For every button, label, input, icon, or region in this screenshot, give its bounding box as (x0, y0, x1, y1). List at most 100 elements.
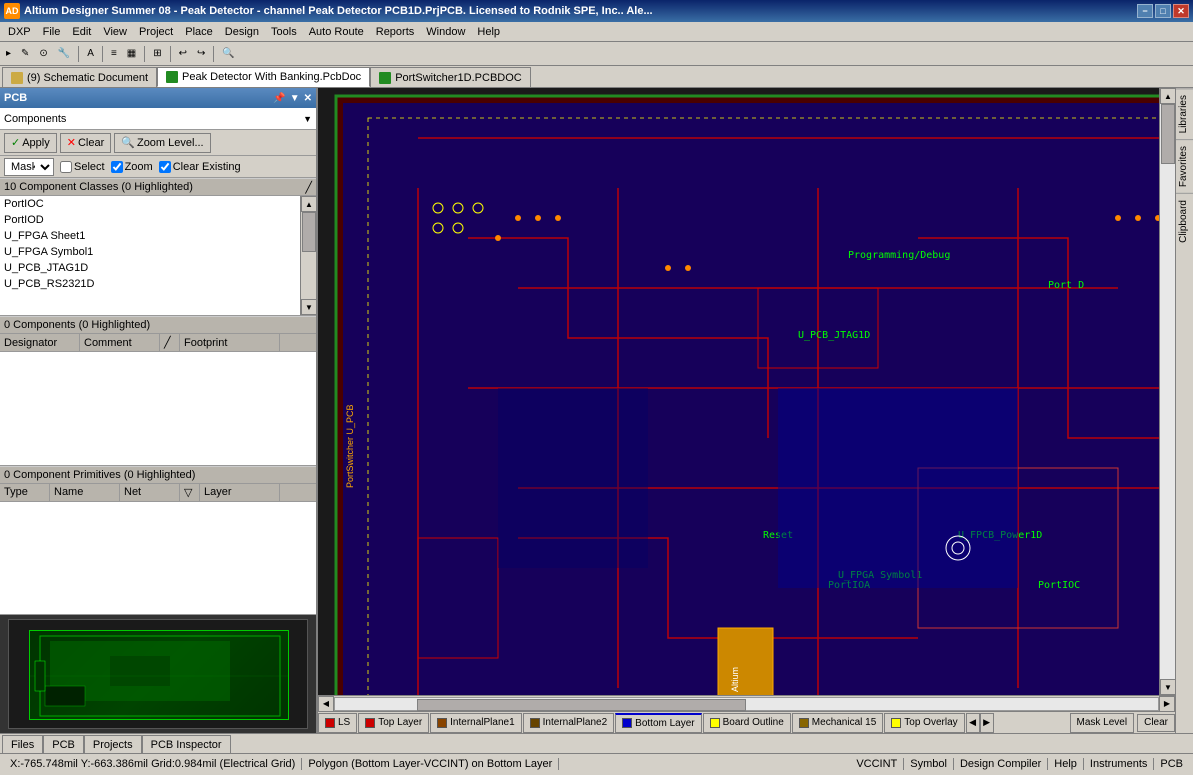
bottom-tab-pcb[interactable]: PCB (43, 735, 84, 753)
menu-project[interactable]: Project (133, 24, 179, 40)
list-item[interactable]: U_PCB_JTAG1D (0, 260, 316, 276)
maximize-button[interactable]: □ (1155, 4, 1171, 18)
select-checkbox[interactable] (60, 161, 72, 173)
menu-tools[interactable]: Tools (265, 24, 303, 40)
menu-view[interactable]: View (97, 24, 133, 40)
hscroll-left-btn[interactable]: ◀ (318, 696, 334, 712)
col-sort[interactable]: ╱ (160, 334, 180, 351)
menu-window[interactable]: Window (420, 24, 471, 40)
zoom-checkbox[interactable] (111, 161, 123, 173)
component-classes-label: 10 Component Classes (0 Highlighted) (4, 181, 193, 193)
list-item[interactable]: PortIOC (0, 196, 316, 212)
components-dropdown[interactable]: Components ▼ (0, 108, 316, 130)
bottom-tab-pcb-inspector[interactable]: PCB Inspector (142, 735, 231, 753)
menu-autoroute[interactable]: Auto Route (303, 24, 370, 40)
canvas-scroll-down[interactable]: ▼ (1160, 679, 1175, 695)
close-button[interactable]: ✕ (1173, 4, 1189, 18)
panel-pin-icon[interactable]: 📌 (273, 93, 285, 104)
zoom-option-label: Zoom (125, 161, 153, 173)
left-panel: PCB 📌 ▼ ✕ Components ▼ ✓ Apply ✕ Clear 🔍 (0, 88, 318, 733)
toolbar-btn-4[interactable]: 🔧 (54, 44, 74, 64)
zoom-level-button[interactable]: 🔍 Zoom Level... (114, 133, 210, 153)
scroll-thumb[interactable] (302, 212, 316, 252)
select-checkbox-label[interactable]: Select (60, 161, 105, 173)
pcb2-icon (379, 72, 391, 84)
scroll-track[interactable] (1160, 104, 1175, 679)
tab-pcb-main[interactable]: Peak Detector With Banking.PcbDoc (157, 67, 370, 87)
component-classes-header: 10 Component Classes (0 Highlighted) ╱ (0, 178, 316, 196)
list-item[interactable]: U_FPGA Symbol1 (0, 244, 316, 260)
menu-bar: DXP File Edit View Project Place Design … (0, 22, 1193, 42)
schematic-icon (11, 72, 23, 84)
menu-place[interactable]: Place (179, 24, 219, 40)
toolbar-btn-6[interactable]: ≡ (107, 44, 121, 64)
layer-nav-prev[interactable]: ◀ (966, 713, 980, 733)
list-item[interactable]: U_PCB_RS2321D (0, 276, 316, 292)
toolbar-btn-1[interactable]: ▸ (2, 44, 15, 64)
title-bar-buttons: − □ ✕ (1137, 4, 1189, 18)
canvas-scroll-up[interactable]: ▲ (1160, 88, 1175, 104)
clear-existing-checkbox[interactable] (159, 161, 171, 173)
panel-menu-icon[interactable]: ▼ (290, 93, 300, 104)
hscroll-track[interactable] (334, 697, 1159, 711)
menu-dxp[interactable]: DXP (2, 24, 37, 40)
sidebar-tab-clipboard[interactable]: Clipboard (1176, 193, 1193, 249)
toolbar-btn-5[interactable]: A (83, 44, 98, 64)
toolbar-btn-3[interactable]: ⊙ (35, 44, 51, 64)
sidebar-tab-favorites[interactable]: Favorites (1176, 139, 1193, 193)
layer-tab-ip2[interactable]: InternalPlane2 (523, 713, 615, 733)
menu-help[interactable]: Help (471, 24, 506, 40)
layer-tab-ip1-label: InternalPlane1 (450, 717, 515, 728)
menu-reports[interactable]: Reports (370, 24, 421, 40)
panel-close-icon[interactable]: ✕ (304, 93, 312, 104)
toolbar-btn-7[interactable]: ▦ (123, 44, 140, 64)
minimize-button[interactable]: − (1137, 4, 1153, 18)
menu-edit[interactable]: Edit (66, 24, 97, 40)
toolbar-btn-redo[interactable]: ↪ (193, 44, 209, 64)
canvas-vscrollbar[interactable]: ▲ ▼ (1159, 88, 1175, 695)
list-item[interactable]: PortIOD (0, 212, 316, 228)
hscroll-right-btn[interactable]: ▶ (1159, 696, 1175, 712)
layer-tab-topoverlay[interactable]: Top Overlay (884, 713, 964, 733)
hscroll-thumb[interactable] (417, 699, 746, 711)
toolbar-btn-2[interactable]: ✎ (17, 44, 33, 64)
component-classes-scrollbar[interactable]: ▲ ▼ (300, 196, 316, 315)
bottom-tab-files[interactable]: Files (2, 735, 43, 753)
layer-clear-button[interactable]: Clear (1137, 714, 1175, 732)
mask-dropdown[interactable]: Mask (4, 158, 54, 176)
scroll-thumb[interactable] (1161, 104, 1175, 164)
tab-schematic[interactable]: (9) Schematic Document (2, 67, 157, 87)
zoom-checkbox-label[interactable]: Zoom (111, 161, 153, 173)
layer-tab-bottom[interactable]: Bottom Layer (615, 713, 701, 733)
menu-file[interactable]: File (37, 24, 67, 40)
layer-color-top (365, 718, 375, 728)
apply-button[interactable]: ✓ Apply (4, 133, 57, 153)
layer-tab-mech15[interactable]: Mechanical 15 (792, 713, 883, 733)
layer-color-bottom (622, 718, 632, 728)
toolbar-btn-undo[interactable]: ↩ (175, 44, 191, 64)
scroll-down-btn[interactable]: ▼ (301, 299, 316, 315)
layer-tab-top[interactable]: Top Layer (358, 713, 429, 733)
pcb-canvas[interactable]: Programming/Debug Port D U_FPGA Symbol1 … (318, 88, 1175, 695)
minimap-container (0, 615, 316, 733)
toolbar-btn-8[interactable]: ⊞ (149, 44, 165, 64)
clear-button[interactable]: ✕ Clear (60, 133, 112, 153)
scroll-up-btn[interactable]: ▲ (301, 196, 316, 212)
toolbar-btn-zoom[interactable]: 🔍 (218, 44, 238, 64)
sidebar-tab-libraries[interactable]: Libraries (1176, 88, 1193, 139)
layer-tab-ip1[interactable]: InternalPlane1 (430, 713, 522, 733)
menu-design[interactable]: Design (219, 24, 265, 40)
svg-text:PortSwitcher U_PCB: PortSwitcher U_PCB (345, 404, 355, 488)
layer-nav-next[interactable]: ▶ (980, 713, 994, 733)
list-item[interactable]: U_FPGA Sheet1 (0, 228, 316, 244)
layer-tab-masklevel[interactable]: Mask Level (1070, 713, 1135, 733)
toolbar-sep-1 (78, 46, 79, 62)
col-sort2[interactable]: ▽ (180, 484, 200, 501)
layer-tab-ls[interactable]: LS (318, 713, 357, 733)
layer-tab-outline[interactable]: Board Outline (703, 713, 791, 733)
layer-tab-topoverlay-label: Top Overlay (904, 717, 957, 728)
bottom-tab-projects[interactable]: Projects (84, 735, 142, 753)
layer-color-ls (325, 718, 335, 728)
clear-existing-checkbox-label[interactable]: Clear Existing (159, 161, 241, 173)
tab-pcb-portswitcher[interactable]: PortSwitcher1D.PCBDOC (370, 67, 531, 87)
